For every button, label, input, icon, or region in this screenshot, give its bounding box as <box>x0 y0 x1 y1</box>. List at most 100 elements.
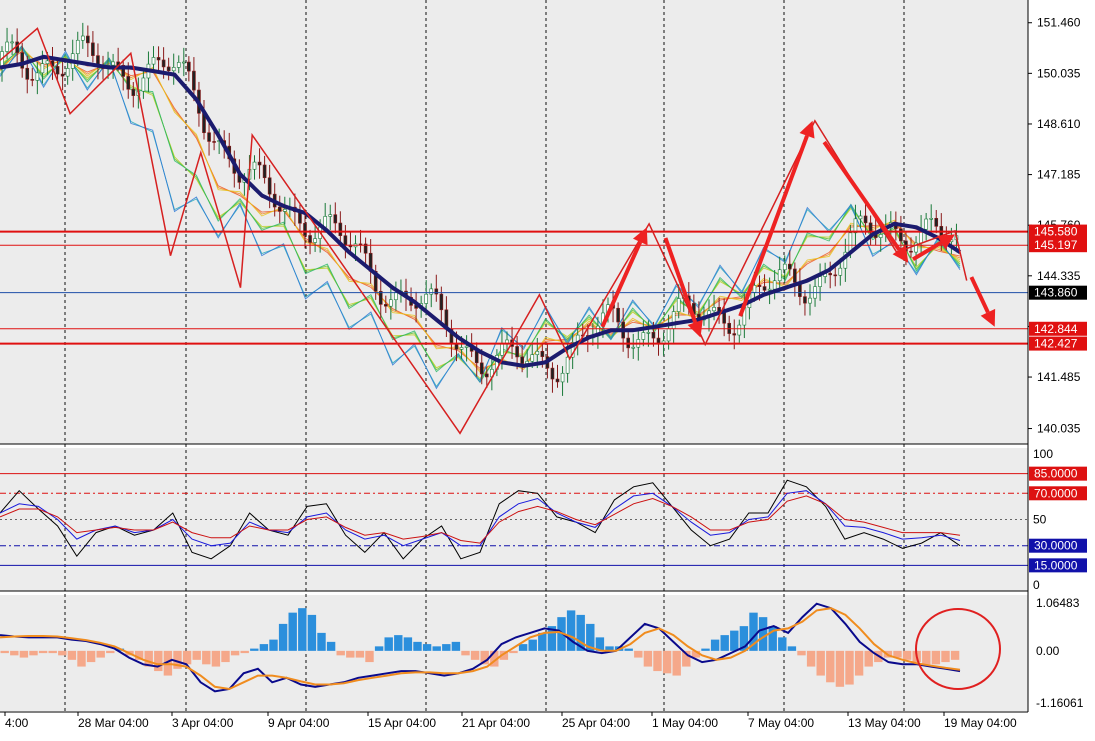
macd-tick-label: 1.06483 <box>1036 596 1080 610</box>
time-tick-label: 9 Apr 04:00 <box>268 716 330 730</box>
macd-histogram-bar <box>221 650 230 663</box>
candle-body <box>75 39 80 54</box>
macd-histogram-bar <box>413 641 422 651</box>
macd-histogram-bar <box>355 650 365 658</box>
stochastic-tick-label: 50 <box>1033 513 1047 527</box>
time-tick-label: 4:00 <box>5 716 29 730</box>
macd-histogram-bar <box>269 639 278 651</box>
macd-histogram-bar <box>634 650 643 658</box>
price-panel[interactable] <box>0 0 1028 444</box>
candle-body <box>30 79 35 81</box>
macd-histogram-bar <box>461 650 470 656</box>
candle-body <box>277 206 282 212</box>
macd-histogram-bar <box>528 639 537 651</box>
macd-histogram-bar <box>816 650 825 676</box>
macd-histogram-bar <box>307 614 317 651</box>
macd-histogram-bar <box>451 641 461 651</box>
candle-body <box>899 228 903 242</box>
candle-body <box>91 42 95 56</box>
candle-body <box>762 286 767 291</box>
macd-histogram-bar <box>758 617 768 651</box>
time-tick-label: 7 May 04:00 <box>748 716 814 730</box>
macd-histogram-bar <box>854 650 864 676</box>
price-tick-label: 151.460 <box>1037 16 1081 30</box>
candle-body <box>378 290 383 305</box>
macd-histogram-bar <box>518 644 528 651</box>
macd-histogram-bar <box>154 650 163 672</box>
candle-body <box>924 218 928 230</box>
candle-body <box>818 276 822 287</box>
macd-histogram-bar <box>931 650 941 665</box>
candle-body <box>5 41 9 52</box>
candle-body <box>257 161 262 166</box>
macd-histogram-bar <box>806 650 816 667</box>
macd-histogram-bar <box>643 650 653 667</box>
candle-body <box>616 307 620 323</box>
macd-histogram-bar <box>278 623 288 651</box>
candle-body <box>40 63 45 74</box>
candle-body <box>484 373 489 378</box>
macd-histogram-bar <box>845 650 854 685</box>
macd-histogram-bar <box>182 650 192 665</box>
macd-histogram-bar <box>29 650 38 656</box>
macd-histogram-bar <box>211 650 221 667</box>
macd-histogram-bar <box>374 646 384 651</box>
macd-histogram-bar <box>662 650 672 674</box>
candle-body <box>439 293 444 311</box>
candle-body <box>65 68 70 77</box>
candle-body <box>328 214 333 217</box>
time-tick-label: 25 Apr 04:00 <box>562 716 630 730</box>
macd-histogram-bar <box>19 650 29 658</box>
macd-histogram-bar <box>941 650 950 663</box>
macd-histogram-bar <box>384 637 393 651</box>
macd-histogram-bar <box>778 637 787 651</box>
price-tick-label: 147.185 <box>1037 168 1081 182</box>
stochastic-level-label: 70.0000 <box>1034 486 1078 500</box>
macd-histogram-bar <box>730 630 739 651</box>
price-tick-label: 141.485 <box>1037 370 1081 384</box>
macd-histogram-bar <box>77 650 86 667</box>
price-panel-bg <box>0 0 1028 444</box>
candle-body <box>515 346 519 358</box>
candle-body <box>909 250 913 253</box>
candle-body <box>424 293 429 304</box>
macd-histogram-bar <box>566 610 576 651</box>
stochastic-panel-bg <box>0 448 1028 591</box>
macd-histogram-bar <box>701 648 710 651</box>
macd-histogram-bar <box>106 650 115 654</box>
macd-histogram-bar <box>509 650 518 654</box>
macd-histogram-bar <box>346 650 355 658</box>
price-tick-label: 148.610 <box>1037 117 1081 131</box>
stochastic-tick-label: 0 <box>1033 578 1040 592</box>
macd-histogram-bar <box>710 639 720 651</box>
candle-body <box>863 215 868 224</box>
stochastic-panel[interactable] <box>0 448 1028 591</box>
candle-body <box>282 209 287 212</box>
macd-histogram-bar <box>672 650 681 676</box>
macd-histogram-bar <box>835 650 845 687</box>
candle-body <box>454 343 459 350</box>
candle-body <box>126 76 131 90</box>
candle-body <box>187 61 191 72</box>
candle-body <box>878 234 883 238</box>
macd-histogram-bar <box>470 650 480 660</box>
candle-body <box>81 35 85 41</box>
macd-histogram-bar <box>922 650 931 665</box>
candle-body <box>333 214 338 224</box>
candle-body <box>772 280 777 290</box>
trading-chart[interactable]: 151.460150.035148.610147.185145.760144.3… <box>0 0 1095 736</box>
candle-body <box>737 324 742 336</box>
candle-body <box>555 378 560 383</box>
macd-histogram-bar <box>336 650 345 656</box>
macd-tick-label: -1.16061 <box>1036 696 1084 710</box>
candle-body <box>671 311 676 329</box>
macd-histogram-bar <box>864 650 873 667</box>
macd-histogram-bar <box>624 648 633 651</box>
macd-histogram-bar <box>902 650 912 660</box>
macd-histogram-bar <box>298 608 307 651</box>
candle-body <box>777 269 782 282</box>
candle-body <box>156 57 161 61</box>
stochastic-level-label: 15.0000 <box>1034 558 1078 572</box>
candle-body <box>267 177 272 195</box>
candle-body <box>520 356 524 364</box>
